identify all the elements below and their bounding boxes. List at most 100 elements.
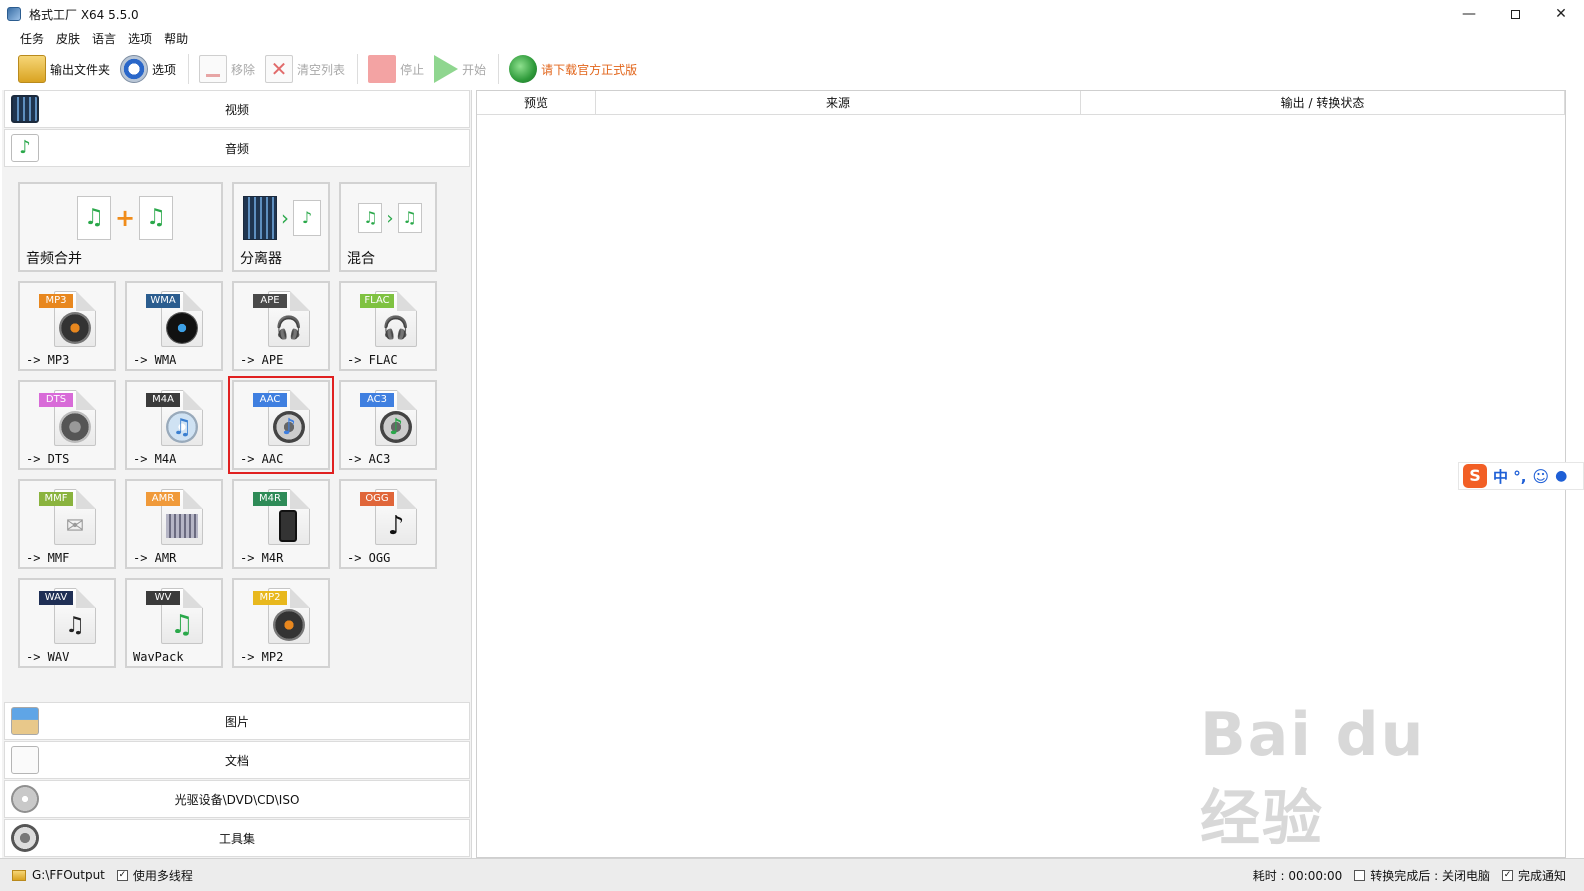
multithread-label: 使用多线程 <box>132 868 193 883</box>
clear-list-label: 清空列表 <box>297 62 346 77</box>
dts-badge: DTS <box>39 393 73 407</box>
speaker-disc-icon <box>59 312 91 344</box>
category-document-label: 文档 <box>224 753 249 768</box>
emoji-icon[interactable]: ☺ <box>1532 467 1549 486</box>
music-cd-icon: ♫ <box>166 411 198 443</box>
category-tools[interactable]: 工具集 <box>4 819 470 857</box>
audio-merge-tile[interactable]: ♫ + ♫ 音频合并 <box>18 182 223 272</box>
category-tools-label: 工具集 <box>218 831 255 846</box>
note-icon: ♪ <box>387 511 405 541</box>
menu-options[interactable]: 选项 <box>122 30 158 47</box>
tile-caption: 混合 <box>347 251 375 267</box>
wav-badge: WAV <box>39 591 73 605</box>
close-button[interactable]: ✕ <box>1538 0 1584 28</box>
clear-list-button[interactable]: ✕ 清空列表 <box>261 52 349 86</box>
microphone-icon[interactable]: ● <box>1555 468 1567 484</box>
ape-badge: APE <box>253 294 287 308</box>
format-tile-m4r[interactable]: M4R -> M4R <box>232 479 330 569</box>
toolbar: 输出文件夹 选项 移除 ✕ 清空列表 停止 开始 请下载官方正式版 <box>0 50 1584 88</box>
notes-icon: ♫ <box>65 612 85 638</box>
stop-button[interactable]: 停止 <box>364 52 428 86</box>
stop-label: 停止 <box>400 62 425 77</box>
format-tile-ogg[interactable]: OGG ♪ -> OGG <box>339 479 437 569</box>
clear-list-icon: ✕ <box>265 55 294 83</box>
audio-merge-icon: ♫ + ♫ <box>70 196 180 240</box>
menu-bar: 任务 皮肤 语言 选项 帮助 <box>0 28 1584 48</box>
category-image[interactable]: 图片 <box>4 702 470 740</box>
green-note-icon: ♫ <box>170 610 194 640</box>
column-source[interactable]: 来源 <box>596 91 1081 115</box>
format-tile-aac[interactable]: AAC ♪ -> AAC <box>228 376 334 474</box>
format-tile-ac3[interactable]: AC3 ♪ -> AC3 <box>339 380 437 470</box>
output-path[interactable]: G:\FFOutput <box>32 868 105 882</box>
speaker-note-icon: ♪ <box>273 411 305 443</box>
amr-badge: AMR <box>146 492 180 506</box>
ime-mode[interactable]: 中 °, <box>1493 466 1526 487</box>
options-button[interactable]: 选项 <box>116 52 180 86</box>
format-tile-wma[interactable]: WMA -> WMA <box>125 281 223 371</box>
format-tile-mp3[interactable]: MP3 -> MP3 <box>18 281 116 371</box>
splitter-tile[interactable]: › ♪ 分离器 <box>232 182 330 272</box>
output-folder-button[interactable]: 输出文件夹 <box>14 52 114 86</box>
category-video-label: 视频 <box>224 102 249 117</box>
format-tile-mmf[interactable]: MMF ✉ -> MMF <box>18 479 116 569</box>
status-right: 耗时 : 00:00:00 转换完成后 : 关闭电脑 ✓ 完成通知 <box>1253 859 1566 891</box>
mix-tile[interactable]: ♫ › ♫ 混合 <box>339 182 437 272</box>
flac-badge: FLAC <box>360 294 394 308</box>
download-official-link[interactable]: 请下载官方正式版 <box>541 61 637 78</box>
format-tile-wavpack[interactable]: WV ♫ WavPack <box>125 578 223 668</box>
category-document[interactable]: 文档 <box>4 741 470 779</box>
ime-toolbar[interactable]: S 中 °, ☺ ● <box>1458 462 1584 490</box>
start-button[interactable]: 开始 <box>430 52 490 86</box>
after-convert-checkbox[interactable] <box>1354 870 1366 881</box>
category-video[interactable]: 视频 <box>4 90 470 128</box>
speaker-icon <box>59 411 91 443</box>
phone-icon <box>279 510 297 542</box>
menu-skin[interactable]: 皮肤 <box>50 30 86 47</box>
mp2-badge: MP2 <box>253 591 287 605</box>
menu-help[interactable]: 帮助 <box>158 30 194 47</box>
column-output-status[interactable]: 输出 / 转换状态 <box>1081 91 1565 115</box>
folder-icon[interactable] <box>12 869 26 881</box>
category-audio[interactable]: 音频 <box>4 129 470 167</box>
tile-caption: -> FLAC <box>347 353 398 367</box>
menu-task[interactable]: 任务 <box>14 30 50 47</box>
m4r-badge: M4R <box>253 492 287 506</box>
tile-caption: -> M4R <box>240 551 284 565</box>
sogou-logo-icon: S <box>1463 464 1487 488</box>
speaker-note-icon: ♪ <box>380 411 412 443</box>
multithread-checkbox[interactable]: ✓ <box>116 869 128 881</box>
format-tile-dts[interactable]: DTS -> DTS <box>18 380 116 470</box>
format-tile-flac[interactable]: FLAC 🎧 -> FLAC <box>339 281 437 371</box>
headphones-icon: 🎧 <box>382 315 410 341</box>
toolbar-separator <box>188 54 190 84</box>
format-tile-mp2[interactable]: MP2 -> MP2 <box>232 578 330 668</box>
tile-caption: -> AC3 <box>347 452 391 466</box>
format-tile-amr[interactable]: AMR -> AMR <box>125 479 223 569</box>
tile-caption: WavPack <box>133 650 184 664</box>
format-tile-m4a[interactable]: M4A ♫ -> M4A <box>125 380 223 470</box>
notify-checkbox[interactable]: ✓ <box>1501 870 1513 881</box>
minimize-button[interactable]: — <box>1446 0 1492 28</box>
envelope-icon: ✉ <box>65 513 85 539</box>
category-disc[interactable]: 光驱设备\DVD\CD\ISO <box>4 780 470 818</box>
tile-caption: -> MP3 <box>26 353 70 367</box>
tile-caption: -> WMA <box>133 353 177 367</box>
stop-icon <box>368 55 397 83</box>
tile-caption: -> AAC <box>240 452 284 466</box>
task-list[interactable]: 预览 来源 输出 / 转换状态 <box>476 90 1566 858</box>
title-bar: 格式工厂 X64 5.5.0 — ✕ <box>0 0 1584 28</box>
status-bar: G:\FFOutput ✓ 使用多线程 耗时 : 00:00:00 转换完成后 … <box>0 858 1584 891</box>
mmf-badge: MMF <box>39 492 73 506</box>
column-preview[interactable]: 预览 <box>477 91 596 115</box>
format-tile-ape[interactable]: APE 🎧 -> APE <box>232 281 330 371</box>
menu-language[interactable]: 语言 <box>86 30 122 47</box>
remove-button[interactable]: 移除 <box>195 52 259 86</box>
tile-caption: -> DTS <box>26 452 70 466</box>
tile-caption: -> MP2 <box>240 650 284 664</box>
mix-icon: ♫ › ♫ <box>355 196 425 240</box>
remove-label: 移除 <box>231 62 256 77</box>
maximize-button[interactable] <box>1492 0 1538 28</box>
format-tile-wav[interactable]: WAV ♫ -> WAV <box>18 578 116 668</box>
download-official-button[interactable]: 请下载官方正式版 <box>505 52 641 86</box>
